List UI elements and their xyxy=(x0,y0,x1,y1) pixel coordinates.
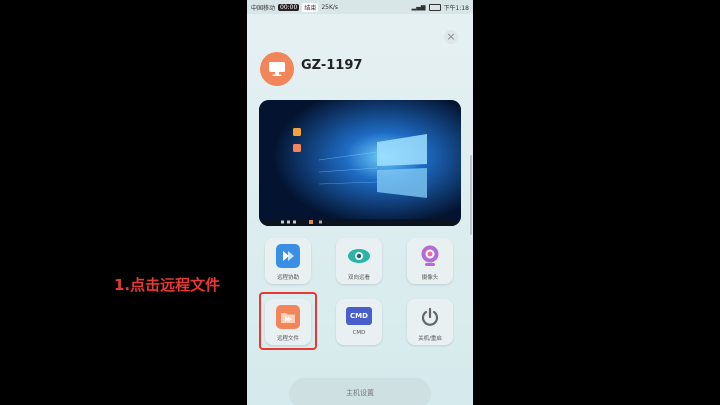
power-icon xyxy=(418,305,442,329)
cmd-icon-text: CMD xyxy=(350,312,368,320)
carrier-label: 中国移动 xyxy=(251,4,276,12)
highlight-box xyxy=(259,292,317,350)
tile-label: CMD xyxy=(352,330,366,336)
tile-label: 摄像头 xyxy=(421,275,439,281)
tile-power[interactable]: 关机/重启 xyxy=(407,299,453,345)
clock: 下午1:18 xyxy=(443,4,469,12)
record-timer: 00:00 xyxy=(278,3,300,11)
network-speed: 25K/s xyxy=(321,3,339,11)
remote-desktop-preview[interactable] xyxy=(259,100,461,226)
tile-label: 双向远看 xyxy=(347,275,370,281)
remote-assist-icon xyxy=(276,244,300,268)
scrollbar[interactable] xyxy=(470,155,472,235)
end-tag: 结束 xyxy=(302,2,319,12)
camera-icon xyxy=(418,244,442,268)
signal-icon: ▂▄▆ xyxy=(411,3,426,11)
close-icon[interactable]: × xyxy=(444,30,458,44)
status-bar: 中国移动 00:00 结束 25K/s ▂▄▆ 下午1:18 xyxy=(247,0,473,14)
battery-icon xyxy=(428,3,441,11)
eye-icon xyxy=(347,244,371,268)
tile-camera[interactable]: 摄像头 xyxy=(407,238,453,284)
cmd-icon: CMD xyxy=(346,307,372,325)
computer-icon xyxy=(260,52,294,86)
tile-cmd[interactable]: CMD CMD xyxy=(336,299,382,345)
tile-label: 远程协助 xyxy=(276,275,299,281)
tile-label: 关机/重启 xyxy=(418,336,442,342)
instruction-annotation: 1.点击远程文件 xyxy=(114,276,221,294)
device-name: GZ-1197 xyxy=(301,58,363,73)
tile-remote-assist[interactable]: 远程协助 xyxy=(265,238,311,284)
host-settings-button[interactable]: 主机设置 xyxy=(289,378,431,405)
tile-dual-view[interactable]: 双向远看 xyxy=(336,238,382,284)
